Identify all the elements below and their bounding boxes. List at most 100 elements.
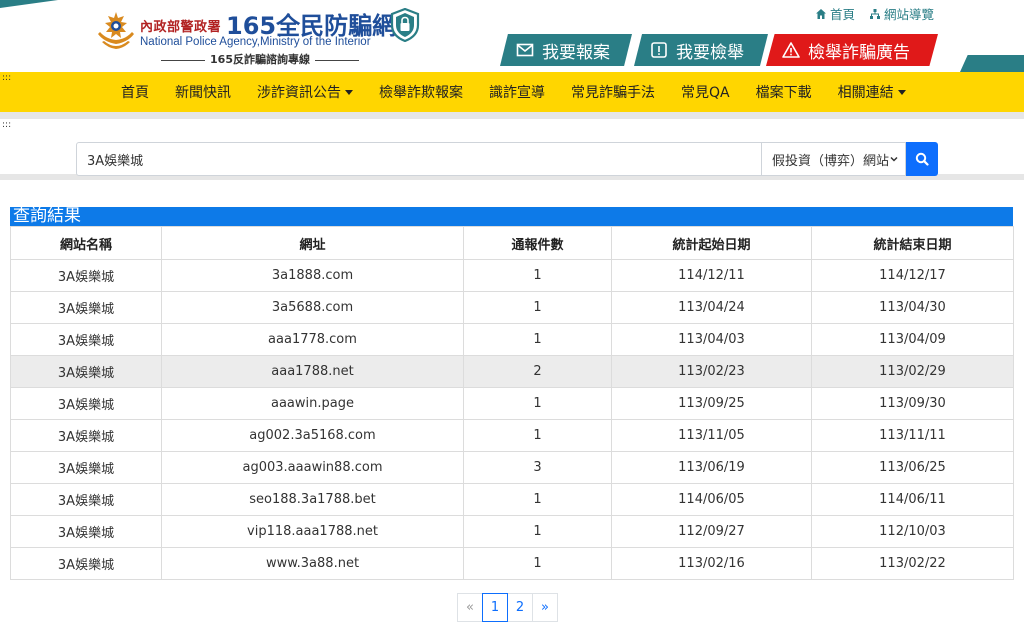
start-date-cell: 113/04/03: [611, 323, 812, 356]
end-date-cell: 114/06/11: [811, 483, 1014, 516]
url-cell: aaa1778.com: [161, 323, 464, 356]
nav-item-label: 識詐宣導: [489, 85, 545, 101]
search-input[interactable]: [76, 142, 762, 176]
report-count-cell: 1: [463, 515, 612, 548]
site-name-cell: 3A娛樂城: [10, 451, 162, 484]
agency-name-en: National Police Agency,Ministry of the I…: [140, 36, 371, 48]
site-logo[interactable]: 內政部警政署 165全民防騙網 National Police Agency,M…: [94, 6, 424, 66]
start-date-cell: 113/09/25: [611, 387, 812, 420]
table-body: 3A娛樂城 3a1888.com 1 114/12/11 114/12/17 3A娛樂城 3…: [10, 259, 1014, 580]
pagination-prev[interactable]: «: [457, 593, 483, 622]
nav-item-downloads[interactable]: 檔案下載: [743, 82, 825, 102]
table-header-row: 網站名稱 網址 通報件數 統計起始日期 統計結束日期: [10, 226, 1014, 260]
report-scam-ad-button-label: 檢舉詐騙廣告: [808, 42, 910, 63]
start-date-cell: 112/09/27: [611, 515, 812, 548]
url-cell: seo188.3a1788.bet: [161, 483, 464, 516]
site-header: 內政部警政署 165全民防騙網 National Police Agency,M…: [0, 0, 1024, 72]
nav-item-home[interactable]: 首頁: [108, 82, 162, 102]
results-table: 網站名稱 網址 通報件數 統計起始日期 統計結束日期 3A娛樂城 3a1888.c…: [10, 226, 1014, 580]
site-name-cell: 3A娛樂城: [10, 323, 162, 356]
search-dots-marker: :::: [2, 120, 12, 130]
top-link-home-label: 首頁: [830, 7, 856, 22]
nav-item-label: 涉詐資訊公告: [257, 85, 341, 101]
sitemap-icon: [870, 8, 881, 19]
table-row: 3A娛樂城 seo188.3a1788.bet 1 114/06/05 114/06/1…: [10, 483, 1014, 516]
site-name-cell: 3A娛樂城: [10, 355, 162, 388]
top-link-sitemap[interactable]: 網站導覽: [869, 4, 934, 23]
report-scam-ad-button[interactable]: 檢舉詐騙廣告: [766, 34, 938, 66]
column-header: 網址: [161, 226, 464, 260]
url-cell: ag002.3a5168.com: [161, 419, 464, 452]
pagination-page-2[interactable]: 2: [507, 593, 533, 622]
table-row: 3A娛樂城 ag002.3a5168.com 1 113/11/05 113/11/11: [10, 419, 1014, 452]
search-bar: ::: 假投資（博弈）網站: [0, 112, 1024, 180]
nav-item-label: 常見詐騙手法: [571, 85, 655, 101]
report-button-label: 我要報案: [542, 42, 610, 63]
nav-item-report-fraud[interactable]: 檢舉詐欺報案: [366, 82, 476, 102]
table-row: 3A娛樂城 3a1888.com 1 114/12/11 114/12/17: [10, 259, 1014, 292]
shield-lock-icon: [390, 8, 420, 42]
end-date-cell: 113/02/22: [811, 547, 1014, 580]
column-header: 通報件數: [463, 226, 612, 260]
report-count-cell: 1: [463, 419, 612, 452]
start-date-cell: 114/06/05: [611, 483, 812, 516]
nav-item-related-links[interactable]: 相關連結: [825, 82, 919, 102]
nav-item-awareness[interactable]: 識詐宣導: [476, 82, 558, 102]
table-row: 3A娛樂城 aaa1778.com 1 113/04/03 113/04/09: [10, 323, 1014, 356]
tip-off-button-label: 我要檢舉: [676, 42, 744, 63]
nav-item-common-scams[interactable]: 常見詐騙手法: [558, 82, 668, 102]
table-row: 3A娛樂城 3a5688.com 1 113/04/24 113/04/30: [10, 291, 1014, 324]
url-cell: www.3a88.net: [161, 547, 464, 580]
table-row: 3A娛樂城 www.3a88.net 1 113/02/16 113/02/22: [10, 547, 1014, 580]
pagination-next[interactable]: »: [532, 593, 558, 622]
table-row: 3A娛樂城 ag003.aaawin88.com 3 113/06/19 113/06/…: [10, 451, 1014, 484]
search-icon: [915, 152, 929, 166]
exclamation-box-icon: [651, 42, 667, 58]
url-cell: 3a1888.com: [161, 259, 464, 292]
report-count-cell: 3: [463, 451, 612, 484]
results-title: 查詢結果: [10, 207, 1013, 226]
site-name-cell: 3A娛樂城: [10, 547, 162, 580]
nav-item-fraud-notices[interactable]: 涉詐資訊公告: [244, 82, 366, 102]
report-count-cell: 1: [463, 291, 612, 324]
report-button[interactable]: 我要報案: [500, 34, 632, 66]
category-select-value: 假投資（博弈）網站: [772, 153, 890, 169]
end-date-cell: 113/06/25: [811, 451, 1014, 484]
site-name-cell: 3A娛樂城: [10, 387, 162, 420]
url-cell: ag003.aaawin88.com: [161, 451, 464, 484]
nav-item-label: 檔案下載: [755, 85, 812, 101]
start-date-cell: 113/11/05: [611, 419, 812, 452]
report-count-cell: 1: [463, 323, 612, 356]
agency-name: 內政部警政署: [140, 20, 222, 35]
start-date-cell: 113/02/23: [611, 355, 812, 388]
nav-item-faq[interactable]: 常見QA: [668, 82, 743, 102]
category-select[interactable]: 假投資（博弈）網站: [762, 142, 906, 176]
top-link-sitemap-label: 網站導覽: [884, 7, 935, 22]
report-count-cell: 1: [463, 547, 612, 580]
pagination-page-1[interactable]: 1: [482, 593, 508, 622]
end-date-cell: 113/02/29: [811, 355, 1014, 388]
site-name-cell: 3A娛樂城: [10, 419, 162, 452]
header-corner-decoration-right: [960, 55, 1024, 72]
nav-item-news[interactable]: 新聞快訊: [162, 82, 244, 102]
report-count-cell: 1: [463, 387, 612, 420]
start-date-cell: 113/04/24: [611, 291, 812, 324]
header-corner-decoration: [0, 0, 58, 8]
nav-item-label: 首頁: [121, 85, 149, 101]
nav-dots-marker: :::: [2, 73, 12, 83]
site-name-cell: 3A娛樂城: [10, 515, 162, 548]
top-link-home[interactable]: 首頁: [815, 4, 855, 23]
end-date-cell: 113/04/30: [811, 291, 1014, 324]
search-button[interactable]: [906, 142, 938, 176]
nav-item-label: 檢舉詐欺報案: [379, 85, 463, 101]
tip-off-button[interactable]: 我要檢舉: [634, 34, 768, 66]
hotline-slogan: 165反詐騙諮詢專線: [140, 51, 380, 67]
end-date-cell: 113/11/11: [811, 419, 1014, 452]
column-header: 統計結束日期: [811, 226, 1014, 260]
top-links: 首頁 網站導覽: [815, 4, 934, 23]
column-header: 網站名稱: [10, 226, 162, 260]
table-row: 3A娛樂城 aaawin.page 1 113/09/25 113/09/30: [10, 387, 1014, 420]
start-date-cell: 113/02/16: [611, 547, 812, 580]
pagination: « 1 2 »: [457, 593, 558, 622]
envelope-icon: [516, 43, 534, 57]
